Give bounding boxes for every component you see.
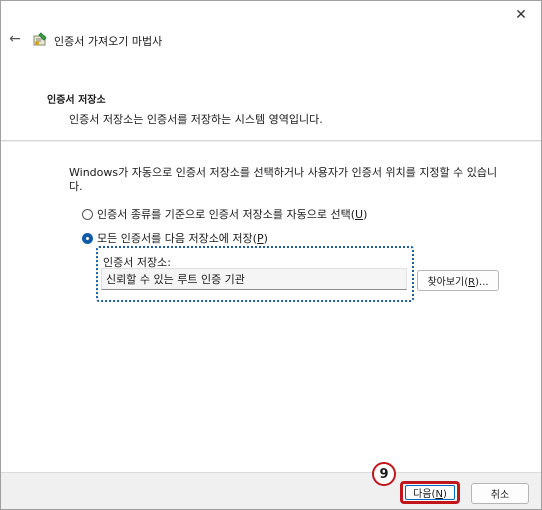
section-heading: 인증서 저장소 [47, 95, 106, 106]
back-button[interactable]: ← [7, 31, 23, 47]
close-icon: ✕ [515, 7, 527, 23]
close-button[interactable]: ✕ [507, 3, 535, 27]
radio-button-unchecked[interactable] [82, 208, 93, 220]
section-description: 인증서 저장소는 인증서를 저장하는 시스템 영역입니다. [69, 113, 323, 126]
radio-place-in-store[interactable]: 모든 인증서를 다음 저장소에 저장(P) [82, 230, 268, 246]
certificate-wizard-icon [33, 32, 47, 46]
certificate-store-value: 신뢰할 수 있는 루트 인증 기관 [106, 273, 245, 286]
radio-manual-label: 모든 인증서를 다음 저장소에 저장(P) [97, 232, 268, 245]
radio-auto-select-store[interactable]: 인증서 종류를 기준으로 인증서 저장소를 자동으로 선택(U) [82, 206, 367, 222]
browse-button[interactable]: 찾아보기(R)... [417, 270, 499, 291]
certificate-store-field[interactable]: 신뢰할 수 있는 루트 인증 기관 [101, 268, 407, 290]
next-label: 다음(N) [413, 489, 447, 500]
page-header: 인증서 저장소 인증서 저장소는 인증서를 저장하는 시스템 영역입니다. [1, 81, 541, 141]
wizard-title: 인증서 가져오기 마법사 [54, 35, 163, 48]
radio-button-checked[interactable] [82, 232, 93, 244]
next-button[interactable]: 다음(N) [401, 482, 459, 503]
certificate-import-wizard-window: ✕ ← 인증서 가져오기 마법사 인증서 저장소 인증서 저장소는 인증서를 저… [0, 0, 542, 510]
cancel-button[interactable]: 취소 [471, 483, 529, 504]
cancel-label: 취소 [490, 490, 510, 501]
radio-auto-label: 인증서 종류를 기준으로 인증서 저장소를 자동으로 선택(U) [97, 208, 368, 221]
title-bar: ✕ ← 인증서 가져오기 마법사 [1, 1, 541, 81]
browse-label: 찾아보기(R)... [427, 277, 489, 288]
back-arrow-icon: ← [9, 31, 21, 47]
instruction-text: Windows가 자동으로 인증서 저장소를 선택하거나 사용자가 인증서 위치… [69, 166, 498, 193]
step-number-badge: 9 [372, 462, 396, 486]
wizard-body: Windows가 자동으로 인증서 저장소를 선택하거나 사용자가 인증서 위치… [1, 142, 541, 472]
next-button-focus: 다음(N) [405, 485, 455, 500]
wizard-footer: 다음(N) 취소 [1, 472, 541, 509]
